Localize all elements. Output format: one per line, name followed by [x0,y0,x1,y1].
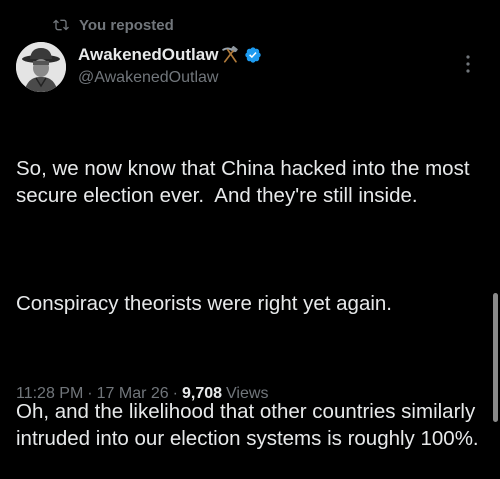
tweet-paragraph: Oh, and the likelihood that other countr… [16,400,481,450]
views-count[interactable]: 9,708 [182,385,222,403]
views-label: Views [226,385,269,402]
hammer-and-pick-icon [221,46,239,64]
tweet-time[interactable]: 11:28 PM [16,385,83,403]
author-block: AwakenedOutlaw @AwakenedOutlaw [78,44,262,87]
verified-badge-icon [244,46,262,64]
tweet-paragraph: So, we now know that China hacked into t… [16,157,476,207]
scrollbar[interactable] [493,293,498,422]
name-row: AwakenedOutlaw [78,44,262,66]
tweet-header: AwakenedOutlaw @AwakenedOutlaw [16,42,484,96]
tweet-date[interactable]: 17 Mar 26 [97,385,169,403]
more-vertical-icon [466,55,470,73]
meta-separator: · [172,385,178,402]
avatar[interactable] [16,42,66,92]
display-name[interactable]: AwakenedOutlaw [78,45,218,65]
repost-indicator: You reposted [53,14,174,36]
tweet-paragraph: Conspiracy theorists were right yet agai… [16,292,393,315]
tweet-meta: 11:28 PM · 17 Mar 26 · 9,708 Views [16,385,268,403]
repost-label: You reposted [79,16,174,34]
repost-icon [53,17,69,33]
more-options-button[interactable] [458,52,478,76]
meta-separator: · [87,385,93,402]
author-handle[interactable]: @AwakenedOutlaw [78,69,262,87]
tweet-text: So, we now know that China hacked into t… [16,101,494,479]
